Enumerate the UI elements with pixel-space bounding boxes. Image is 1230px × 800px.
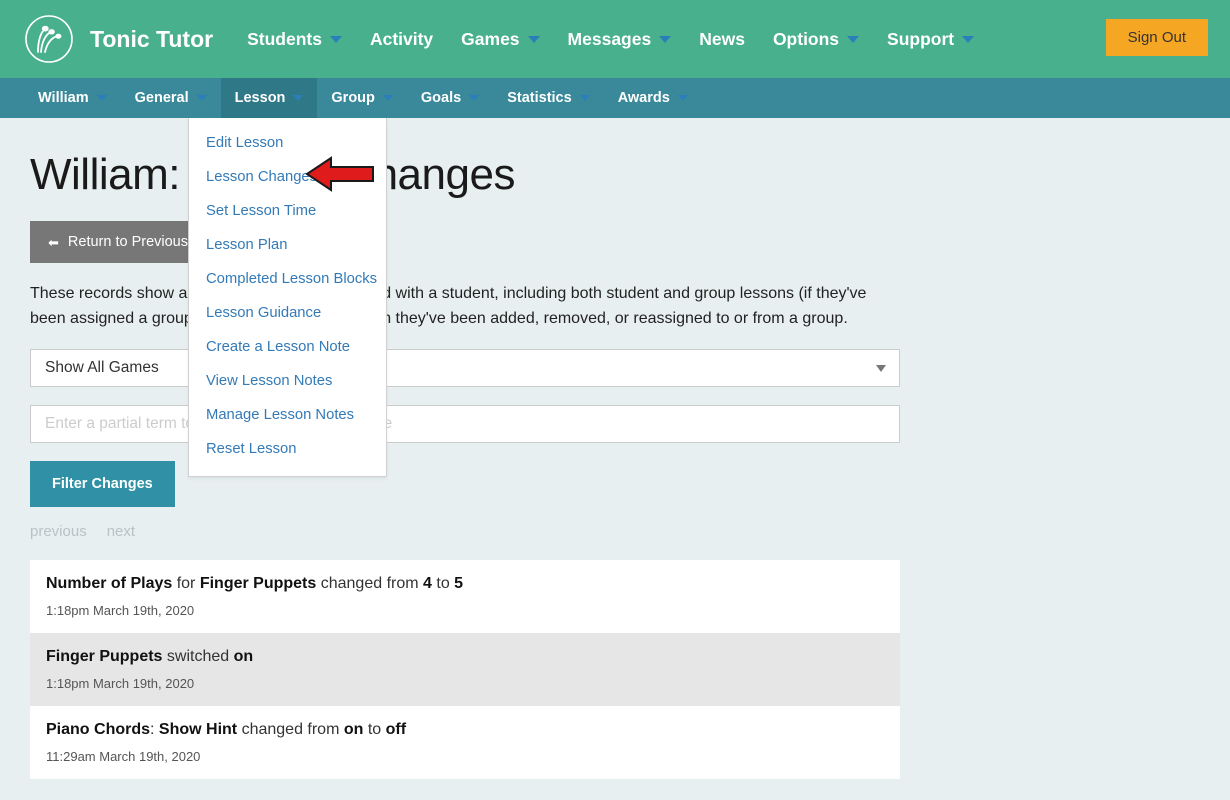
subnav-label: Awards bbox=[618, 90, 670, 106]
dropdown-item-lesson-changes[interactable]: Lesson Changes bbox=[189, 160, 386, 194]
nav-label: Support bbox=[887, 29, 954, 50]
record-text-fragment: 4 bbox=[423, 575, 432, 592]
change-record-row: Number of Plays for Finger Puppets chang… bbox=[30, 560, 900, 633]
record-text-fragment: to bbox=[363, 721, 385, 738]
lesson-dropdown-menu: Edit LessonLesson ChangesSet Lesson Time… bbox=[188, 118, 387, 477]
chevron-down-icon bbox=[580, 95, 590, 101]
subnav-label: Lesson bbox=[235, 90, 286, 106]
dropdown-item-view-lesson-notes[interactable]: View Lesson Notes bbox=[189, 364, 386, 398]
subnav-label: General bbox=[135, 90, 189, 106]
chevron-down-icon bbox=[293, 95, 303, 101]
subnav-item-goals[interactable]: Goals bbox=[407, 78, 493, 118]
subnav-item-awards[interactable]: Awards bbox=[604, 78, 702, 118]
nav-item-options[interactable]: Options bbox=[759, 29, 873, 50]
lesson-changes-list: Number of Plays for Finger Puppets chang… bbox=[30, 560, 900, 779]
nav-label: Options bbox=[773, 29, 839, 50]
record-text-fragment: off bbox=[386, 721, 406, 738]
pagination: previous next bbox=[30, 523, 1200, 540]
chevron-down-icon bbox=[528, 36, 540, 43]
subnav-item-lesson[interactable]: Lesson bbox=[221, 78, 318, 118]
subnav-item-general[interactable]: General bbox=[121, 78, 221, 118]
nav-item-news[interactable]: News bbox=[685, 29, 759, 50]
subnav-label: Statistics bbox=[507, 90, 571, 106]
subnav-label: Goals bbox=[421, 90, 461, 106]
chevron-down-icon bbox=[659, 36, 671, 43]
pagination-next[interactable]: next bbox=[107, 523, 135, 540]
pagination-previous[interactable]: previous bbox=[30, 523, 87, 540]
dropdown-item-manage-lesson-notes[interactable]: Manage Lesson Notes bbox=[189, 398, 386, 432]
record-text-fragment: on bbox=[234, 648, 254, 665]
dropdown-item-lesson-plan[interactable]: Lesson Plan bbox=[189, 228, 386, 262]
chevron-down-icon bbox=[847, 36, 859, 43]
record-text-fragment: Number of Plays bbox=[46, 575, 172, 592]
chevron-down-icon bbox=[330, 36, 342, 43]
subnav-item-group[interactable]: Group bbox=[317, 78, 407, 118]
change-record-description: Piano Chords: Show Hint changed from on … bbox=[46, 720, 884, 740]
nav-item-messages[interactable]: Messages bbox=[554, 29, 686, 50]
nav-label: Students bbox=[247, 29, 322, 50]
record-text-fragment: : bbox=[150, 721, 159, 738]
nav-item-students[interactable]: Students bbox=[233, 29, 356, 50]
nav-item-activity[interactable]: Activity bbox=[356, 29, 447, 50]
change-record-row: Piano Chords: Show Hint changed from on … bbox=[30, 706, 900, 779]
change-record-row: Finger Puppets switched on 1:18pm March 1… bbox=[30, 633, 900, 706]
record-text-fragment: on bbox=[344, 721, 364, 738]
main-header: Tonic Tutor Students Activity Games Mess… bbox=[0, 0, 1230, 78]
chevron-down-icon bbox=[876, 365, 886, 372]
subnav-item-statistics[interactable]: Statistics bbox=[493, 78, 603, 118]
record-text-fragment: Finger Puppets bbox=[200, 575, 316, 592]
arrow-left-icon: ⬅ bbox=[48, 236, 59, 249]
tonic-tutor-logo-icon[interactable] bbox=[24, 14, 74, 64]
chevron-down-icon bbox=[97, 95, 107, 101]
chevron-down-icon bbox=[962, 36, 974, 43]
nav-label: Games bbox=[461, 29, 519, 50]
dropdown-item-set-lesson-time[interactable]: Set Lesson Time bbox=[189, 194, 386, 228]
filter-changes-button[interactable]: Filter Changes bbox=[30, 461, 175, 507]
nav-item-games[interactable]: Games bbox=[447, 29, 553, 50]
chevron-down-icon bbox=[469, 95, 479, 101]
record-text-fragment: 5 bbox=[454, 575, 463, 592]
record-text-fragment: to bbox=[432, 575, 454, 592]
game-filter-value: Show All Games bbox=[45, 359, 159, 377]
dropdown-item-create-a-lesson-note[interactable]: Create a Lesson Note bbox=[189, 330, 386, 364]
change-record-timestamp: 1:18pm March 19th, 2020 bbox=[46, 603, 884, 618]
chevron-down-icon bbox=[678, 95, 688, 101]
record-text-fragment: Show Hint bbox=[159, 721, 237, 738]
dropdown-item-lesson-guidance[interactable]: Lesson Guidance bbox=[189, 296, 386, 330]
record-text-fragment: switched bbox=[162, 648, 233, 665]
record-text-fragment: Piano Chords bbox=[46, 721, 150, 738]
subnav-label: William bbox=[38, 90, 89, 106]
nav-label: Activity bbox=[370, 29, 433, 50]
brand-title[interactable]: Tonic Tutor bbox=[90, 26, 213, 53]
term-filter-input[interactable]: Enter a partial term to filter by descri… bbox=[30, 405, 900, 443]
primary-nav: Students Activity Games Messages News Op… bbox=[233, 29, 988, 50]
nav-label: Messages bbox=[568, 29, 652, 50]
record-text-fragment: Finger Puppets bbox=[46, 648, 162, 665]
chevron-down-icon bbox=[383, 95, 393, 101]
change-record-timestamp: 11:29am March 19th, 2020 bbox=[46, 749, 884, 764]
nav-item-support[interactable]: Support bbox=[873, 29, 988, 50]
secondary-nav: William General Lesson Group Goals Stati… bbox=[0, 78, 1230, 118]
nav-label: News bbox=[699, 29, 745, 50]
change-record-description: Number of Plays for Finger Puppets chang… bbox=[46, 574, 884, 594]
subnav-label: Group bbox=[331, 90, 375, 106]
record-text-fragment: for bbox=[172, 575, 200, 592]
subnav-item-william[interactable]: William bbox=[24, 78, 121, 118]
page-content: William: Lesson Changes ⬅ Return to Prev… bbox=[0, 150, 1230, 779]
game-filter-select[interactable]: Show All Games bbox=[30, 349, 900, 387]
dropdown-item-edit-lesson[interactable]: Edit Lesson bbox=[189, 126, 386, 160]
chevron-down-icon bbox=[197, 95, 207, 101]
record-text-fragment: changed from bbox=[316, 575, 423, 592]
dropdown-item-completed-lesson-blocks[interactable]: Completed Lesson Blocks bbox=[189, 262, 386, 296]
page-description: These records show all lesson changes as… bbox=[30, 281, 902, 331]
change-record-description: Finger Puppets switched on bbox=[46, 647, 884, 667]
record-text-fragment: changed from bbox=[237, 721, 344, 738]
sign-out-button[interactable]: Sign Out bbox=[1106, 19, 1208, 56]
dropdown-item-reset-lesson[interactable]: Reset Lesson bbox=[189, 432, 386, 466]
change-record-timestamp: 1:18pm March 19th, 2020 bbox=[46, 676, 884, 691]
